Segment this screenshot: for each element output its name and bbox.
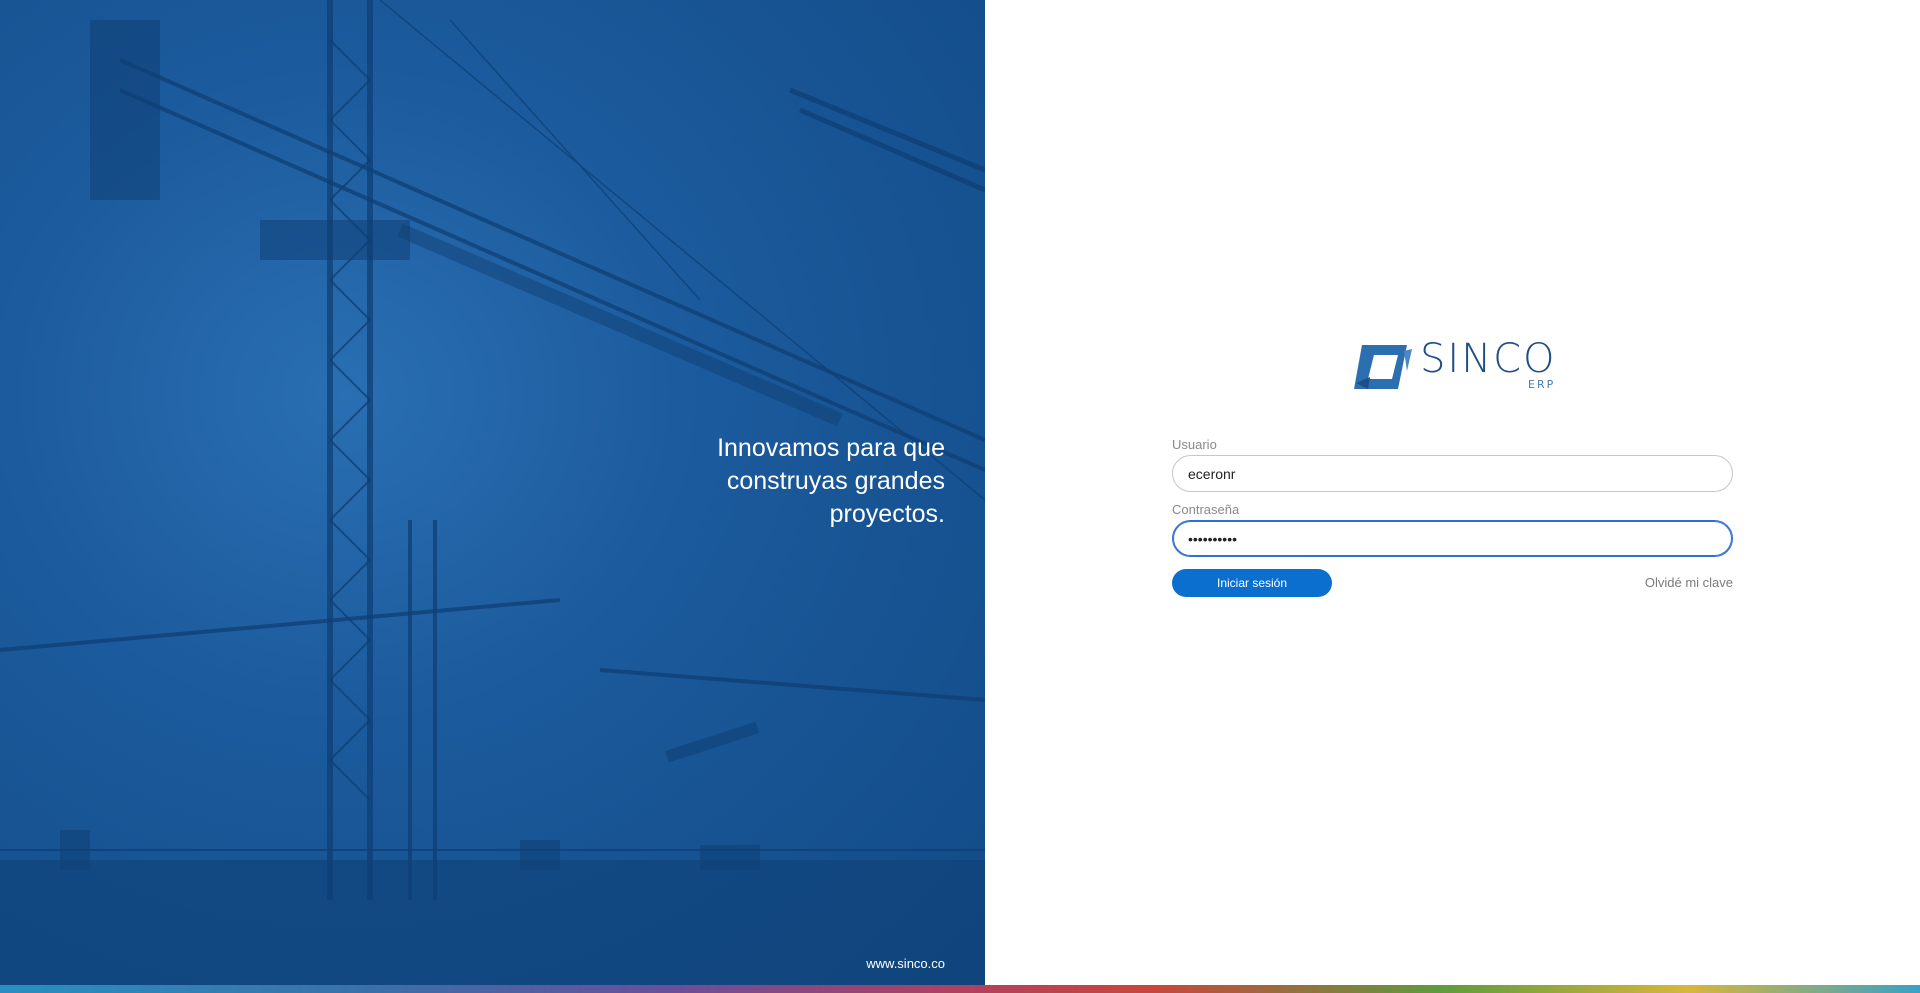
login-form: Usuario Contraseña Iniciar sesión Olvidé… <box>1172 437 1733 599</box>
sinco-logo: SINCO ERP <box>1352 336 1562 400</box>
username-input[interactable] <box>1172 455 1733 492</box>
forgot-password-link[interactable]: Olvidé mi clave <box>1645 575 1733 590</box>
logo-subtitle: ERP <box>1528 378 1556 391</box>
login-button[interactable]: Iniciar sesión <box>1172 569 1332 597</box>
username-label: Usuario <box>1172 437 1217 452</box>
sinco-logo-icon <box>1354 345 1412 389</box>
form-actions: Iniciar sesión Olvidé mi clave <box>1172 569 1733 599</box>
website-link[interactable]: www.sinco.co <box>866 956 945 971</box>
logo-wordmark: SINCO <box>1420 336 1557 382</box>
tagline-line-2: construyas grandes <box>726 467 945 495</box>
color-strip <box>0 985 1920 993</box>
hero-panel: Innovamos para que construyas grandes pr… <box>0 0 985 985</box>
tagline-line-3: proyectos. <box>829 500 945 528</box>
password-input[interactable] <box>1172 520 1733 557</box>
password-label: Contraseña <box>1172 502 1240 517</box>
hero-tagline: Innovamos para que construyas grandes pr… <box>645 432 945 531</box>
tagline-line-1: Innovamos para que <box>717 434 945 462</box>
